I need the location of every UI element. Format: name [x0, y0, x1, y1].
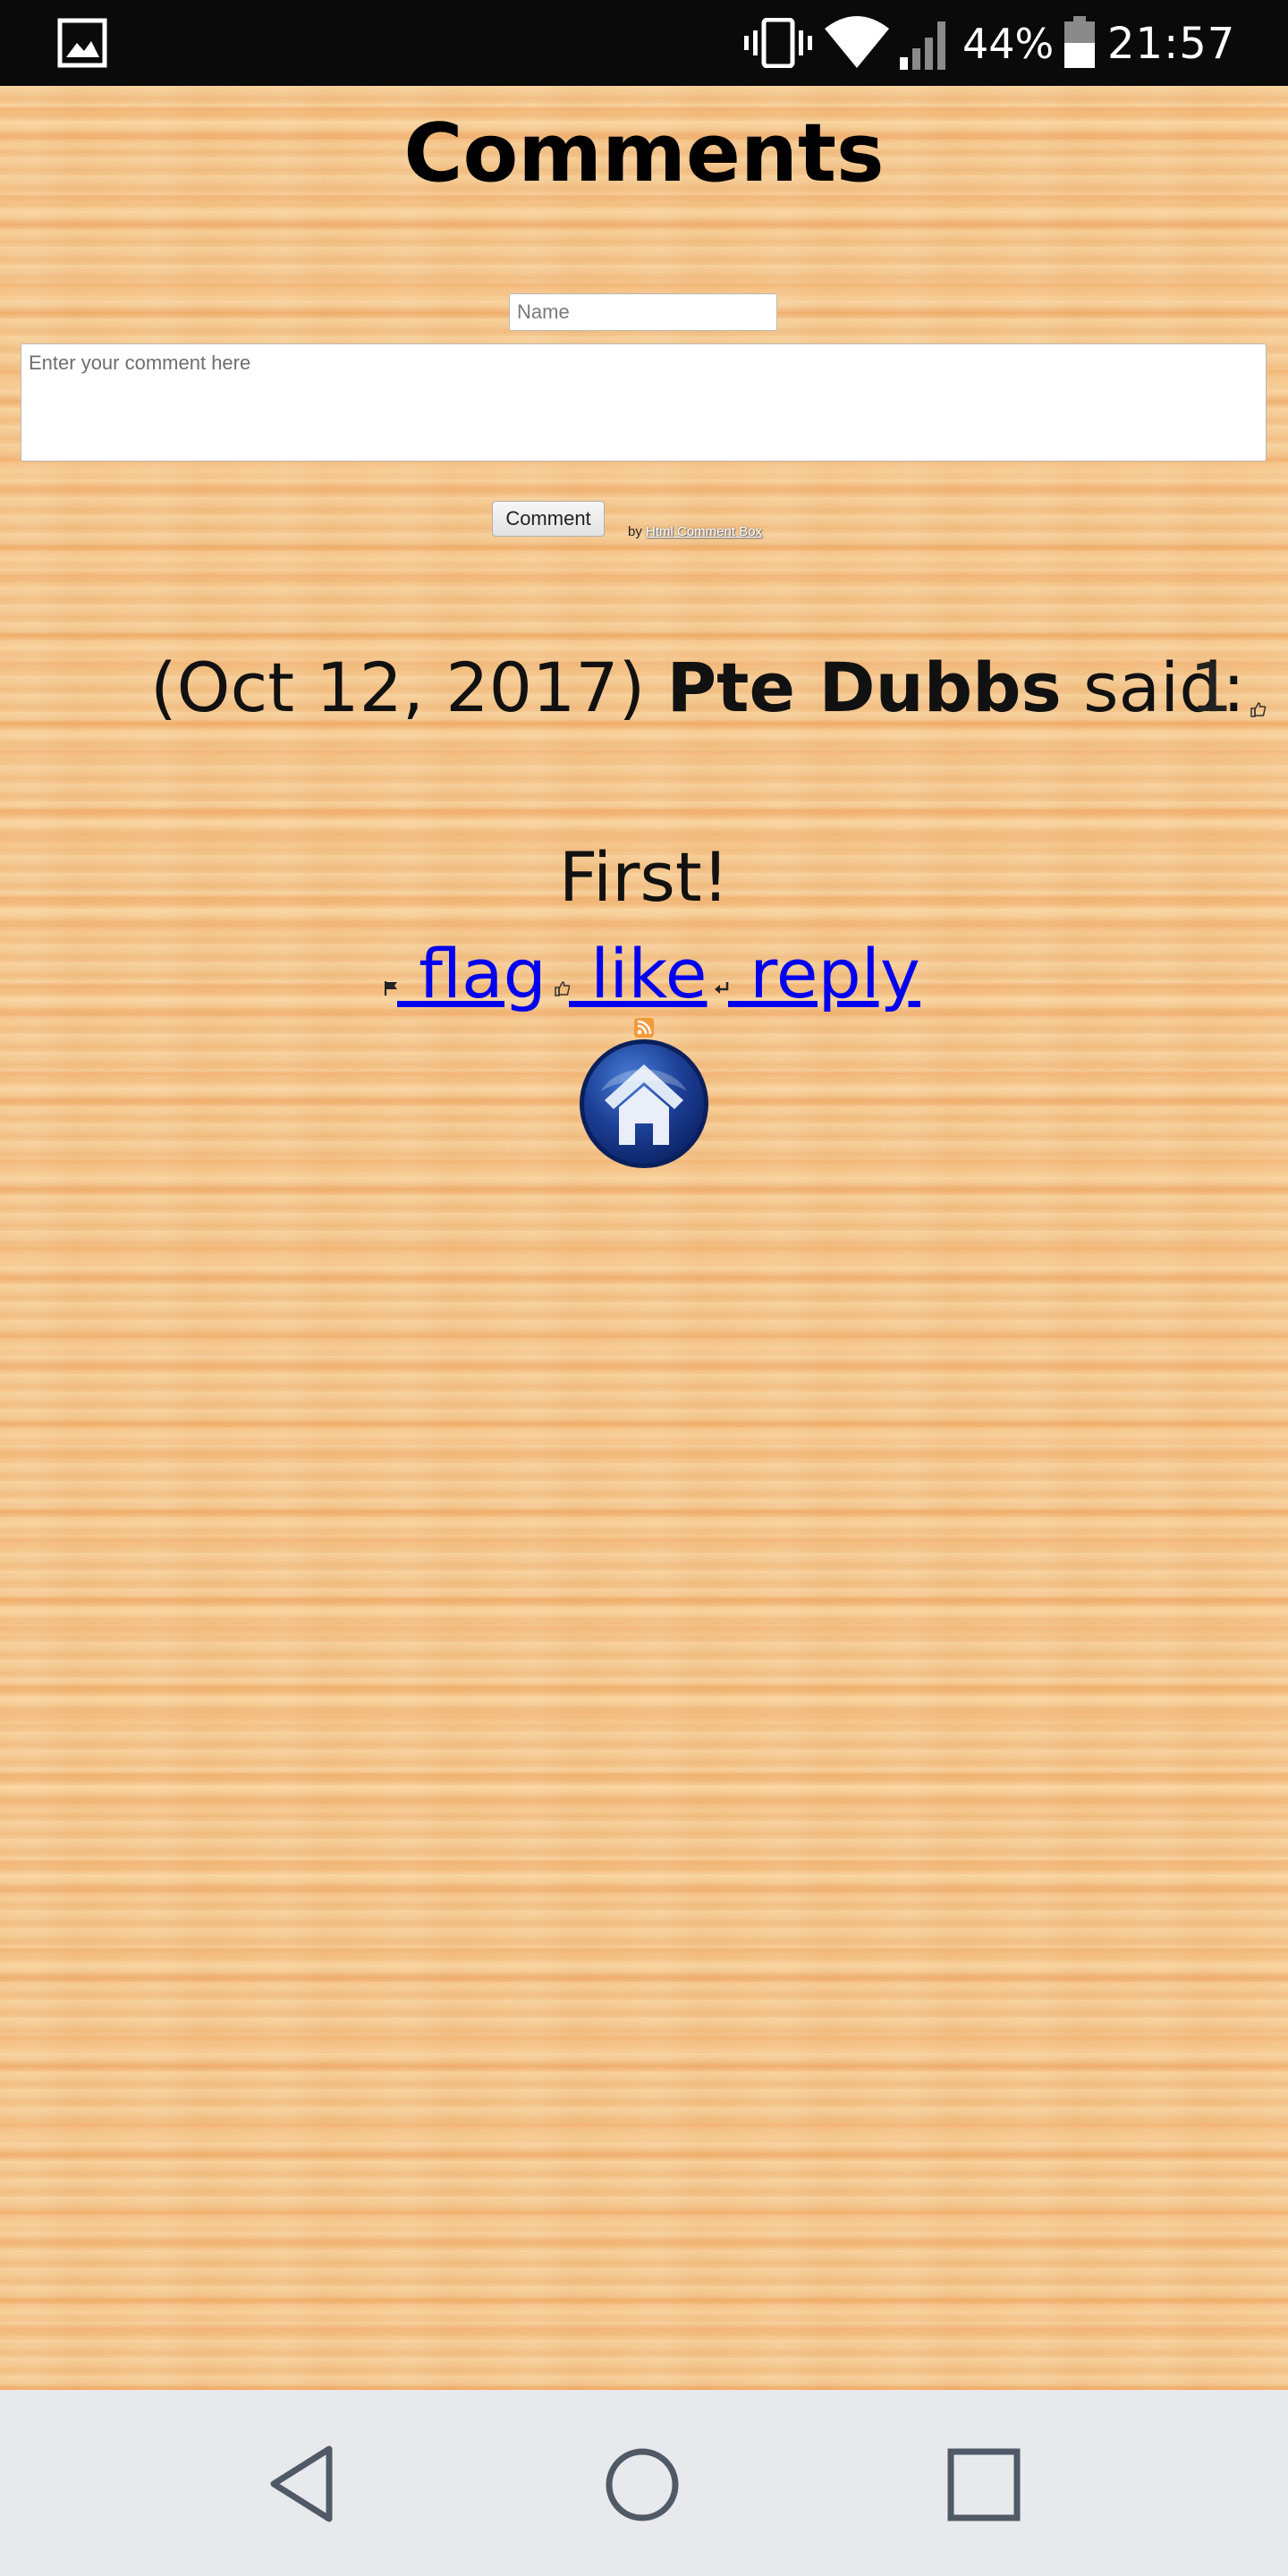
- comment-header: (Oct 12, 2017) Pte Dubbs said:: [150, 648, 1245, 728]
- comment-body: First!: [558, 837, 730, 917]
- recent-apps-icon[interactable]: [946, 2447, 1021, 2522]
- flag-link[interactable]: flag: [397, 934, 547, 1023]
- page-content: Comments Comment by Html Comment Box (Oc…: [0, 86, 1288, 2390]
- comment-date: (Oct 12, 2017): [150, 648, 646, 727]
- home-circle-icon[interactable]: [605, 2447, 680, 2522]
- credit-prefix: by: [628, 524, 642, 539]
- clock: 21:57: [1107, 19, 1236, 69]
- wifi-icon: [825, 16, 889, 68]
- comment-textarea[interactable]: [21, 343, 1267, 462]
- credit-link[interactable]: Html Comment Box: [646, 524, 762, 539]
- battery-percent: 44%: [962, 20, 1055, 68]
- back-icon[interactable]: [267, 2444, 342, 2524]
- name-input[interactable]: [509, 293, 777, 331]
- like-link[interactable]: like: [569, 934, 707, 1023]
- status-bar: 44% 21:57: [0, 0, 1288, 86]
- comment-submit-button[interactable]: Comment: [492, 501, 605, 537]
- like-count: 1: [1190, 648, 1233, 727]
- rss-icon[interactable]: [634, 1018, 654, 1038]
- vibrate-icon: [744, 18, 812, 68]
- home-button-icon[interactable]: [578, 1038, 710, 1170]
- gallery-icon: [57, 18, 107, 68]
- reply-link[interactable]: reply: [728, 934, 920, 1023]
- credit: by Html Comment Box: [628, 524, 762, 539]
- signal-icon: [900, 21, 945, 70]
- comment-actions: flag like reply: [0, 934, 1288, 1023]
- navigation-bar: [0, 2390, 1288, 2576]
- battery-icon: [1064, 16, 1095, 68]
- page-title: Comments: [403, 106, 885, 200]
- comment-author: Pte Dubbs: [666, 648, 1062, 727]
- thumbs-up-icon: [1250, 702, 1267, 717]
